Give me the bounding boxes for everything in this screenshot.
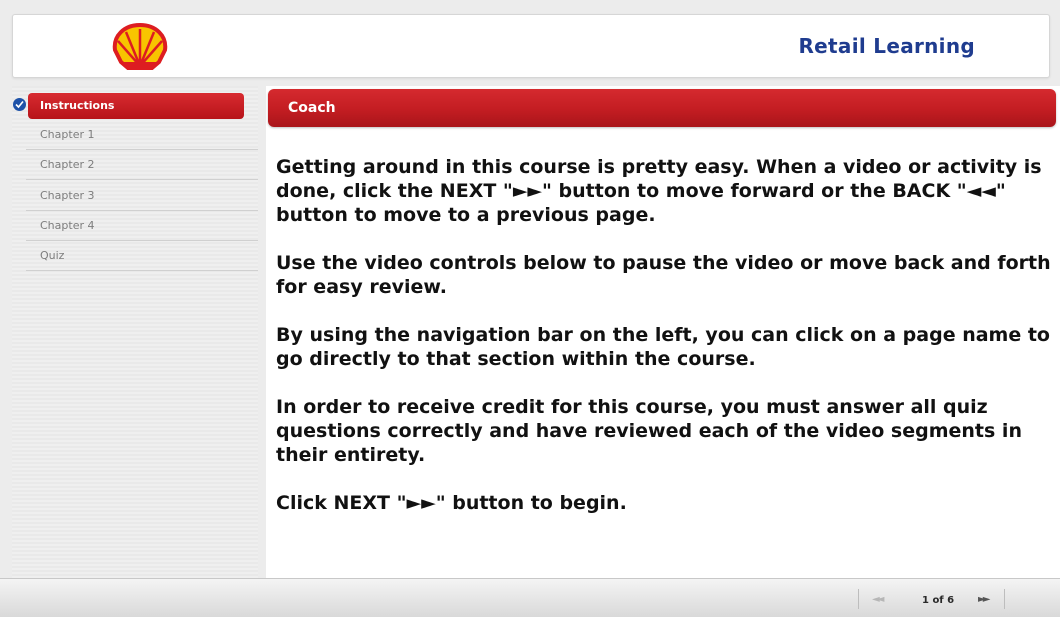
footer-bar: ◄◄ 1 of 6 ►► — [0, 578, 1060, 617]
paragraph: Click NEXT "►►" button to begin. — [276, 492, 627, 514]
header-bar: Retail Learning — [12, 14, 1050, 78]
content-panel: Coach Getting around in this course is p… — [266, 86, 1060, 578]
sidebar-item-chapter-3[interactable]: Chapter 3 — [26, 181, 258, 211]
shell-logo-icon — [112, 22, 168, 70]
divider — [1004, 589, 1005, 609]
paragraph: Use the video controls below to pause th… — [276, 252, 1051, 298]
section-title: Coach — [288, 100, 336, 116]
paragraph: Getting around in this course is pretty … — [276, 156, 1042, 226]
completed-check-icon — [13, 98, 26, 111]
sidebar-item-chapter-4[interactable]: Chapter 4 — [26, 211, 258, 241]
sidebar-item-chapter-2[interactable]: Chapter 2 — [26, 150, 258, 180]
instructions-text: Getting around in this course is pretty … — [276, 155, 1056, 539]
coach-header: Coach — [268, 89, 1056, 127]
sidebar-item-instructions[interactable]: Instructions — [28, 93, 244, 119]
paragraph: By using the navigation bar on the left,… — [276, 324, 1050, 370]
paragraph: In order to receive credit for this cour… — [276, 396, 1022, 466]
next-icon[interactable]: ►► — [978, 594, 991, 605]
app-title: Retail Learning — [798, 34, 975, 58]
page-indicator: 1 of 6 — [922, 595, 955, 606]
divider — [858, 589, 859, 609]
sidebar-item-quiz[interactable]: Quiz — [26, 241, 258, 271]
back-icon[interactable]: ◄◄ — [872, 594, 885, 605]
sidebar-nav: Instructions Chapter 1 Chapter 2 Chapter… — [12, 86, 258, 578]
sidebar-item-chapter-1[interactable]: Chapter 1 — [26, 120, 258, 150]
